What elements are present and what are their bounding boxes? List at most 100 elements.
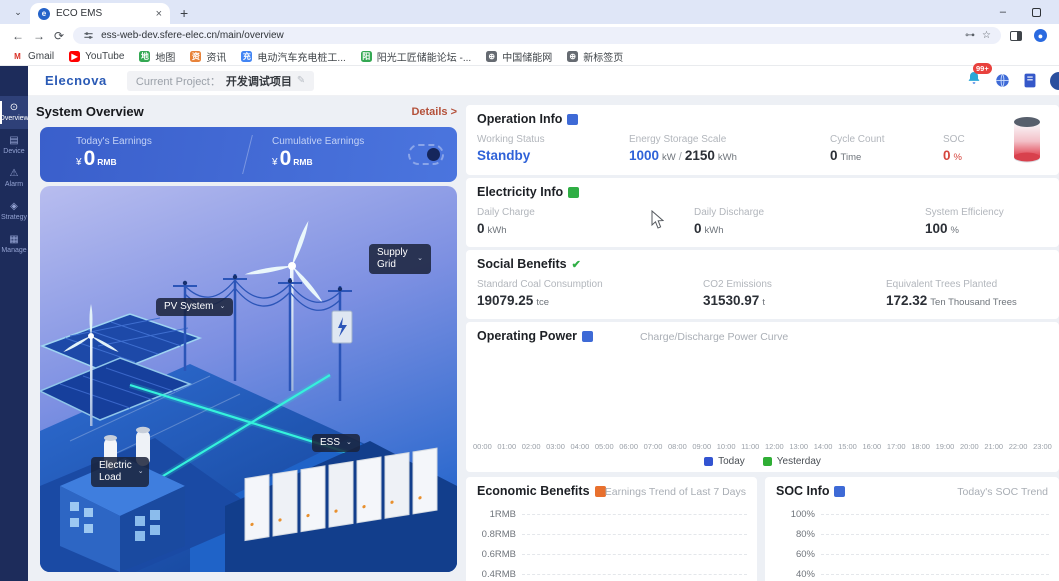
card-title: Operating Power	[477, 329, 577, 343]
bookmark-item[interactable]: ⊕新标签页	[567, 49, 623, 64]
chevron-down-icon: ⌄	[346, 439, 352, 447]
pv-system-label[interactable]: PV System ⌄	[156, 298, 233, 316]
toggle-knob	[427, 148, 440, 161]
current-project-selector[interactable]: Current Project： 开发调试项目 ✎	[127, 71, 314, 91]
browser-tab[interactable]: e ECO EMS ×	[30, 3, 170, 24]
bookmark-item[interactable]: 资资讯	[190, 49, 226, 64]
bookmark-item[interactable]: ⊕中国储能网	[486, 49, 552, 64]
user-avatar[interactable]	[1050, 72, 1059, 90]
elecnova-logo: Elecnova	[45, 73, 107, 88]
supply-grid-label[interactable]: Supply Grid ⌄	[369, 244, 431, 274]
bookmark-item[interactable]: ▶YouTube	[69, 51, 124, 62]
window-maximize-button[interactable]	[1032, 8, 1041, 17]
legend-swatch	[763, 457, 772, 466]
new-tab-button[interactable]: +	[180, 5, 188, 21]
currency-symbol: ¥	[76, 157, 82, 168]
sidebar-item-overview[interactable]: ⊙Overview	[0, 96, 28, 129]
pill-text: Supply Grid	[377, 247, 411, 271]
tab-search-button[interactable]: ⌄	[8, 3, 28, 21]
sidebar-item-device[interactable]: ▤Device	[0, 129, 28, 162]
operating-power-icon	[582, 331, 593, 342]
x-tick-label: 15:00	[838, 442, 857, 451]
side-panel-icon[interactable]	[1010, 31, 1022, 41]
x-tick-label: 23:00	[1033, 442, 1052, 451]
notification-badge: 99+	[973, 63, 992, 74]
x-tick-label: 11:00	[741, 442, 759, 451]
x-tick-label: 14:00	[814, 442, 833, 451]
cycle-count-stat: Cycle Count 0Time	[830, 134, 884, 163]
url-text: ess-web-dev.sfere-elec.cn/main/overview	[101, 30, 958, 41]
bookmark-star-icon[interactable]: ☆	[982, 30, 991, 41]
electricity-info-card: Electricity Info Daily Charge 0kWh Daily…	[466, 178, 1059, 247]
sidebar-item-manage[interactable]: ▦Manage	[0, 228, 28, 261]
tab-favicon: e	[38, 8, 50, 20]
x-tick-label: 12:00	[765, 442, 784, 451]
bookmark-item[interactable]: MGmail	[12, 51, 54, 62]
x-tick-label: 16:00	[862, 442, 881, 451]
y-tick-label: 0.8RMB	[474, 529, 516, 540]
earnings-value: 0	[280, 148, 292, 169]
soc-info-card: SOC Info Today's SOC Trend 100%80%60%40%	[765, 477, 1059, 581]
legend-item[interactable]: Yesterday	[763, 456, 821, 467]
details-link[interactable]: Details >	[411, 106, 457, 118]
pill-text: PV System	[164, 301, 213, 313]
notifications-button[interactable]: 99+	[966, 70, 982, 91]
password-key-icon[interactable]: ⊶	[965, 30, 975, 41]
browser-toolbar: ← → ⟳ ess-web-dev.sfere-elec.cn/main/ove…	[0, 24, 1059, 47]
bookmark-label: 电动汽车充电桩工...	[257, 49, 345, 64]
banner-toggle[interactable]	[408, 144, 444, 165]
chevron-down-icon: ⌄	[417, 255, 423, 263]
social-benefits-card: Social Benefits✔ Standard Coal Consumpti…	[466, 250, 1059, 319]
sidebar-item-strategy[interactable]: ◈Strategy	[0, 195, 28, 228]
gridline-row: 60%	[773, 544, 1049, 564]
sidebar-item-alarm[interactable]: ⚠Alarm	[0, 162, 28, 195]
bookmark-item[interactable]: 地地图	[139, 49, 175, 64]
ess-label[interactable]: ESS⌄	[312, 434, 360, 452]
y-tick-label: 60%	[773, 549, 815, 560]
site-info-icon[interactable]	[83, 30, 94, 41]
project-name: 开发调试项目	[226, 73, 292, 89]
language-globe-icon[interactable]	[995, 73, 1010, 88]
bookmark-item[interactable]: 阳阳光工匠储能论坛 -...	[361, 49, 471, 64]
sidebar-item-label: Overview	[0, 115, 29, 122]
device-icon: ▤	[9, 136, 18, 146]
bookmark-label: 中国储能网	[502, 49, 552, 64]
legend-item[interactable]: Today	[704, 456, 745, 467]
bookmarks-bar: MGmail ▶YouTube 地地图资资讯充电动汽车充电桩工... 阳阳光工匠储能论…	[0, 47, 1059, 66]
window-minimize-button[interactable]: –	[1000, 6, 1006, 18]
bookmark-label: 地图	[155, 49, 175, 64]
x-tick-label: 00:00	[473, 442, 492, 451]
chevron-down-icon: ⌄	[219, 303, 225, 311]
earnings-unit: RMB	[97, 157, 116, 167]
back-icon[interactable]: ←	[12, 29, 24, 43]
trees-planted-stat: Equivalent Trees Planted 172.32Ten Thous…	[886, 279, 1017, 308]
sidebar-item-label: Alarm	[5, 181, 23, 188]
electric-load-label[interactable]: Electric Load⌄	[91, 457, 149, 487]
x-tick-label: 07:00	[644, 442, 663, 451]
page-title: System Overview	[36, 104, 144, 119]
forward-icon[interactable]: →	[33, 29, 45, 43]
address-bar[interactable]: ess-web-dev.sfere-elec.cn/main/overview …	[73, 27, 1001, 44]
battery-icon	[1009, 113, 1045, 165]
tab-close-icon[interactable]: ×	[156, 8, 162, 20]
manual-book-icon[interactable]	[1023, 73, 1037, 88]
refresh-icon[interactable]: ⟳	[54, 29, 64, 43]
x-tick-label: 09:00	[692, 442, 711, 451]
edit-project-icon[interactable]: ✎	[297, 75, 305, 86]
x-axis: 00:0001:0002:0003:0004:0005:0006:0007:00…	[473, 442, 1052, 451]
soc-y-axis: 100%80%60%40%	[773, 504, 1049, 581]
x-tick-label: 22:00	[1009, 442, 1028, 451]
gridline	[821, 514, 1049, 515]
y-tick-label: 1RMB	[474, 509, 516, 520]
energy-storage-scale-stat: Energy Storage Scale 1000kW / 2150kWh	[629, 134, 737, 163]
browser-profile-icon[interactable]: ●	[1034, 29, 1047, 42]
x-tick-label: 17:00	[887, 442, 906, 451]
sidebar-nav: ⊙Overview▤Device⚠Alarm◈Strategy▦Manage	[0, 66, 28, 581]
card-title: Operation Info	[477, 112, 562, 126]
bookmark-item[interactable]: 充电动汽车充电桩工...	[241, 49, 345, 64]
gridline-row: 0.8RMB	[474, 524, 747, 544]
daily-discharge-stat: Daily Discharge 0kWh	[694, 207, 764, 236]
y-tick-label: 0.4RMB	[474, 569, 516, 580]
working-status-stat: Working Status Standby	[477, 134, 545, 163]
globe-icon: ⊕	[567, 51, 578, 62]
